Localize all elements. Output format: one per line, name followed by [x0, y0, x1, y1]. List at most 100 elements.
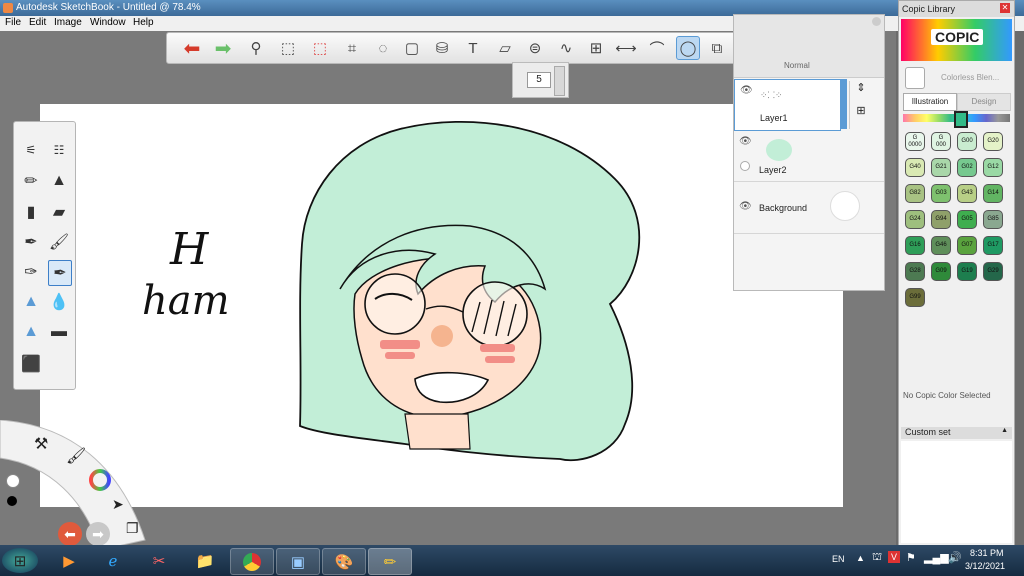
tray-expand-icon[interactable]: ▲ — [856, 553, 865, 563]
current-color-icon[interactable] — [7, 496, 17, 506]
transform-icon[interactable]: ▢ — [401, 37, 423, 59]
photos-icon[interactable]: ▣ — [276, 548, 320, 575]
crop-icon[interactable]: ⌗ — [341, 37, 363, 59]
tab-illustration[interactable]: Illustration — [903, 93, 957, 111]
volume-icon[interactable]: 🔊 — [948, 551, 962, 564]
paint-icon[interactable]: 🎨 — [322, 548, 366, 575]
layer-row-layer1[interactable]: 👁 Layer1 ⁘⸬⁘ — [734, 79, 841, 131]
clock-time[interactable]: 8:31 PM — [970, 548, 1004, 558]
copic-swatch[interactable]: G14 — [983, 184, 1003, 203]
brush-size-value[interactable]: 5 — [527, 72, 551, 88]
start-button[interactable]: ⊞ — [2, 548, 38, 573]
redo-icon[interactable]: ➡ — [212, 37, 234, 60]
tab-design[interactable]: Design — [957, 93, 1011, 111]
ink-brush-icon[interactable]: ✑ — [20, 260, 42, 284]
copic-swatch[interactable]: G05 — [957, 210, 977, 229]
tray-app-icon[interactable]: ⛫ — [872, 551, 882, 565]
tools-icon[interactable]: ⚒ — [34, 434, 48, 454]
copic-close-icon[interactable]: ✕ — [1000, 3, 1010, 13]
layer-row-background[interactable]: 👁 Background — [734, 183, 884, 234]
copic-swatch[interactable]: G02 — [957, 158, 977, 177]
shape-icon[interactable]: ⧉ — [706, 37, 728, 59]
custom-set-header[interactable]: Custom set ▲ — [901, 427, 1012, 439]
lasso-icon[interactable]: ◌ — [372, 37, 394, 59]
color-picker-icon[interactable] — [6, 474, 20, 488]
blend-mode[interactable]: Normal — [784, 61, 810, 70]
language-indicator[interactable]: EN — [832, 554, 845, 564]
copic-swatch[interactable]: G09 — [931, 262, 951, 281]
chisel-brush-icon[interactable]: ▰ — [48, 200, 70, 224]
background-color-swatch[interactable] — [830, 191, 860, 221]
move-layer-icon[interactable]: ⇕ — [850, 81, 872, 94]
copic-swatch[interactable]: G19 — [957, 262, 977, 281]
zoom-icon[interactable]: ⚲ — [245, 37, 267, 59]
stroke-icon[interactable]: ⌒ — [646, 37, 668, 59]
rect-select-icon[interactable]: ⬚ — [277, 37, 299, 59]
tray-v-icon[interactable]: V — [888, 551, 900, 563]
ruler-icon[interactable]: ▱ — [494, 37, 516, 59]
snipping-tool-icon[interactable]: ✂ — [138, 548, 180, 573]
copic-swatch[interactable]: G85 — [983, 210, 1003, 229]
copic-swatch[interactable]: G99 — [905, 288, 925, 307]
ellipse-icon[interactable]: ◯ — [676, 36, 700, 60]
brush-library-icon[interactable]: ☷ — [48, 138, 70, 162]
paint-brush-icon[interactable]: 🖌 — [48, 230, 70, 254]
copic-swatch[interactable]: G07 — [957, 236, 977, 255]
visibility-icon[interactable]: 👁 — [740, 85, 753, 96]
copic-swatch[interactable]: G43 — [957, 184, 977, 203]
curve-icon[interactable]: ∿ — [555, 37, 577, 59]
copic-swatch[interactable]: G24 — [905, 210, 925, 229]
clock-date[interactable]: 3/12/2021 — [965, 561, 1005, 571]
soft-eraser-icon[interactable]: ▲ — [20, 290, 42, 314]
drawing-canvas[interactable]: H ham — [40, 104, 843, 507]
brush-size-slider[interactable] — [554, 66, 565, 96]
media-player-icon[interactable]: ▶ — [48, 548, 90, 573]
collapse-icon[interactable]: ▲ — [1001, 427, 1008, 434]
text-icon[interactable]: T — [462, 37, 484, 59]
file-explorer-icon[interactable]: 📁 — [184, 548, 226, 573]
lagoon-redo-icon[interactable]: ➡ — [86, 522, 110, 546]
copic-swatch[interactable]: G00 — [957, 132, 977, 151]
marker-brush-icon[interactable]: ▮ — [20, 200, 42, 224]
chrome-icon[interactable] — [230, 548, 274, 575]
panel-close-icon[interactable] — [872, 17, 881, 26]
layer-opacity-bar[interactable] — [841, 79, 847, 129]
copic-swatch[interactable]: G29 — [983, 262, 1003, 281]
ballpoint-brush-icon[interactable]: ✒ — [20, 230, 42, 254]
visibility-icon[interactable]: 👁 — [739, 201, 752, 212]
smudge-icon[interactable]: ⬛ — [20, 352, 42, 376]
airbrush-icon[interactable]: ▲ — [48, 169, 70, 193]
hard-eraser-icon[interactable]: ▲ — [20, 320, 42, 344]
perspective-icon[interactable]: ⊞ — [585, 37, 607, 59]
menu-file[interactable]: File — [5, 17, 21, 28]
water-drop-icon[interactable]: 💧 — [48, 290, 70, 314]
undo-icon[interactable]: ⬅ — [181, 37, 203, 60]
layer-settings-icon[interactable]: ⊞ — [850, 104, 872, 117]
ellipse-guide-icon[interactable]: ⊜ — [524, 37, 546, 59]
brush-icon[interactable]: 🖌 — [66, 446, 86, 466]
copic-swatch[interactable]: G40 — [905, 158, 925, 177]
sketchbook-taskbar-icon[interactable]: ✏ — [368, 548, 412, 575]
copic-swatch[interactable]: G94 — [931, 210, 951, 229]
copic-swatch[interactable]: G12 — [983, 158, 1003, 177]
copic-swatch[interactable]: G17 — [983, 236, 1003, 255]
network-icon[interactable]: ▂▄▆ — [924, 551, 949, 564]
lagoon-undo-icon[interactable]: ⬅ — [58, 522, 82, 546]
colorless-blender-swatch[interactable] — [905, 67, 925, 89]
select-icon[interactable]: ➤ — [112, 496, 124, 513]
brush-settings-icon[interactable]: ⚟ — [20, 138, 42, 162]
eraser-icon[interactable]: ▬ — [48, 320, 70, 344]
visibility-icon[interactable]: 👁 — [739, 136, 752, 147]
layer-row-layer2[interactable]: 👁 Layer2 — [734, 131, 884, 182]
menu-edit[interactable]: Edit — [29, 17, 46, 28]
menu-image[interactable]: Image — [54, 17, 82, 28]
pencil-brush-icon[interactable]: ✏ — [20, 169, 42, 193]
copic-swatch[interactable]: G 0000 — [905, 132, 925, 151]
copy-paste-icon[interactable]: ❐ — [126, 520, 139, 537]
copic-swatch[interactable]: G28 — [905, 262, 925, 281]
copic-swatch[interactable]: G46 — [931, 236, 951, 255]
copic-swatch[interactable]: G21 — [931, 158, 951, 177]
menu-help[interactable]: Help — [133, 17, 154, 28]
pen-brush-icon[interactable]: ✒ — [48, 260, 72, 286]
bucket-icon[interactable]: ⛁ — [431, 37, 453, 59]
